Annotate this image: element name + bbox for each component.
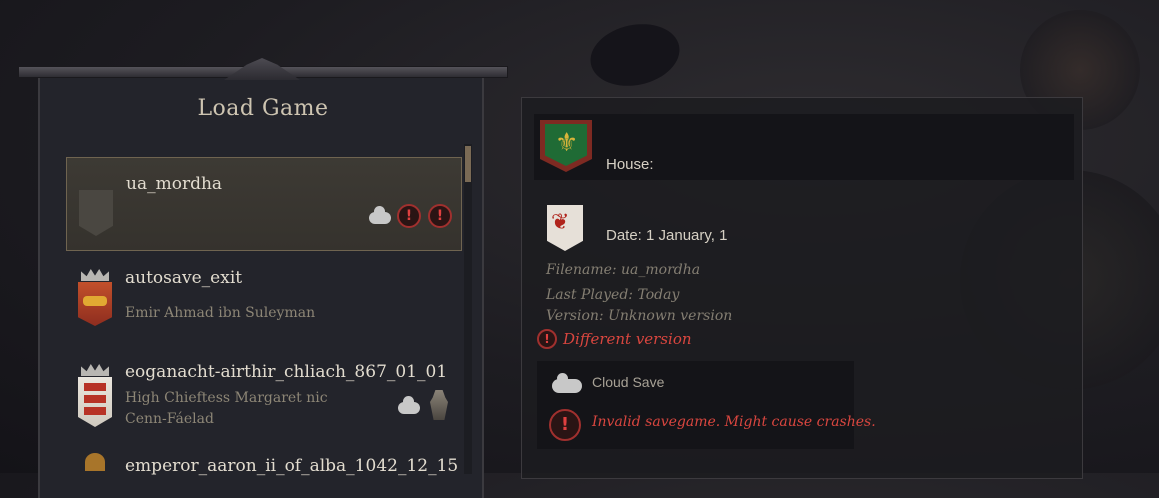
warning-icon: !: [537, 329, 557, 349]
save-name: eoganacht-airthir_chliach_867_01_01: [125, 362, 448, 382]
invalid-savegame-warning: Invalid savegame. Might cause crashes.: [592, 414, 876, 430]
save-character-line2: Cenn-Fáelad: [125, 411, 214, 427]
date-label: Date: 1 January, 1: [606, 227, 728, 244]
dragon-icon: ❦: [551, 210, 570, 235]
save-item-emperor-aaron[interactable]: emperor_aaron_ii_of_alba_1042_12_15: [66, 452, 460, 482]
cloud-save-label: Cloud Save: [592, 374, 665, 390]
save-name: ua_mordha: [126, 174, 223, 194]
save-name: autosave_exit: [125, 268, 243, 288]
imperial-crown-icon: [85, 453, 105, 471]
crown-icon: [81, 269, 109, 281]
last-played-text: Last Played: Today: [546, 287, 680, 303]
cloud-icon: [369, 206, 391, 224]
cloud-icon: [398, 396, 420, 414]
version-warning: Different version: [563, 330, 692, 348]
crown-icon: [81, 364, 109, 376]
save-character: Emir Ahmad ibn Suleyman: [125, 305, 316, 321]
save-item-eoganacht[interactable]: eoganacht-airthir_chliach_867_01_01 High…: [66, 356, 460, 440]
scrollbar-thumb[interactable]: [465, 146, 471, 182]
house-label: House:: [606, 156, 654, 173]
cloud-icon: [552, 373, 582, 393]
empty-coat-of-arms-icon: [79, 190, 113, 236]
knight-icon: [430, 390, 448, 420]
warning-icon: !: [428, 204, 452, 228]
save-item-ua-mordha[interactable]: ua_mordha ! !: [66, 157, 462, 251]
save-character-line1: High Chieftess Margaret nic: [125, 390, 328, 406]
warning-icon: !: [397, 204, 421, 228]
version-text: Version: Unknown version: [546, 308, 733, 324]
coat-of-arms-icon: [78, 377, 112, 427]
cloud-status-box: [537, 361, 854, 449]
fleur-de-lis-icon: ⚜: [555, 128, 579, 158]
background-decor: [584, 16, 686, 94]
save-item-autosave-exit[interactable]: autosave_exit Emir Ahmad ibn Suleyman: [66, 262, 460, 342]
warning-icon: !: [549, 409, 581, 441]
filename-text: Filename: ua_mordha: [546, 262, 701, 278]
panel-title: Load Game: [197, 96, 329, 121]
save-name: emperor_aaron_ii_of_alba_1042_12_15: [125, 456, 459, 476]
save-list-scrollbar[interactable]: [464, 144, 472, 474]
coat-of-arms-icon: [78, 282, 112, 326]
